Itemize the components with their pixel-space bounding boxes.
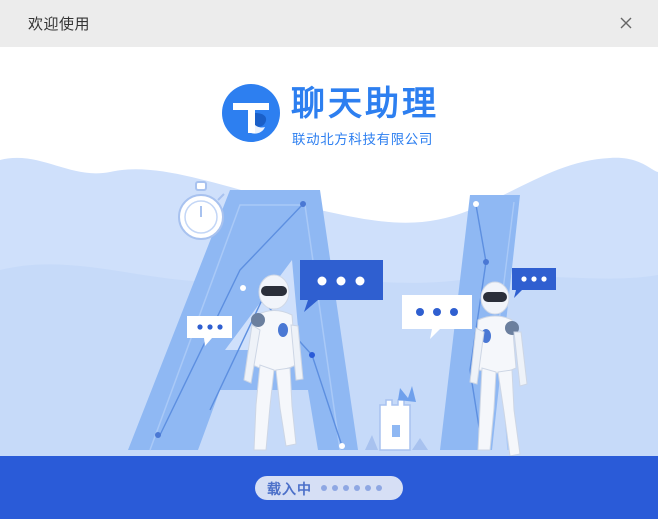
- loading-label: 载入中: [267, 482, 312, 498]
- title-bar: 欢迎使用: [0, 0, 658, 47]
- loading-dot: [365, 485, 371, 491]
- loading-dot: [354, 485, 360, 491]
- loading-dot: [321, 485, 327, 491]
- close-icon[interactable]: [614, 11, 638, 35]
- loading-dots: [321, 485, 382, 491]
- loading-dot: [343, 485, 349, 491]
- loading-dot: [376, 485, 382, 491]
- window-title: 欢迎使用: [28, 15, 91, 33]
- ai-illustration: [0, 157, 658, 460]
- welcome-window: 欢迎使用 聊天助理 联动北方科技有限公司 载入中: [0, 0, 658, 519]
- loading-indicator: 载入中: [255, 476, 403, 500]
- app-name: 聊天助理: [291, 84, 439, 124]
- company-name: 联动北方科技有限公司: [292, 132, 433, 148]
- chat-assistant-logo-icon: [221, 83, 281, 143]
- loading-dot: [332, 485, 338, 491]
